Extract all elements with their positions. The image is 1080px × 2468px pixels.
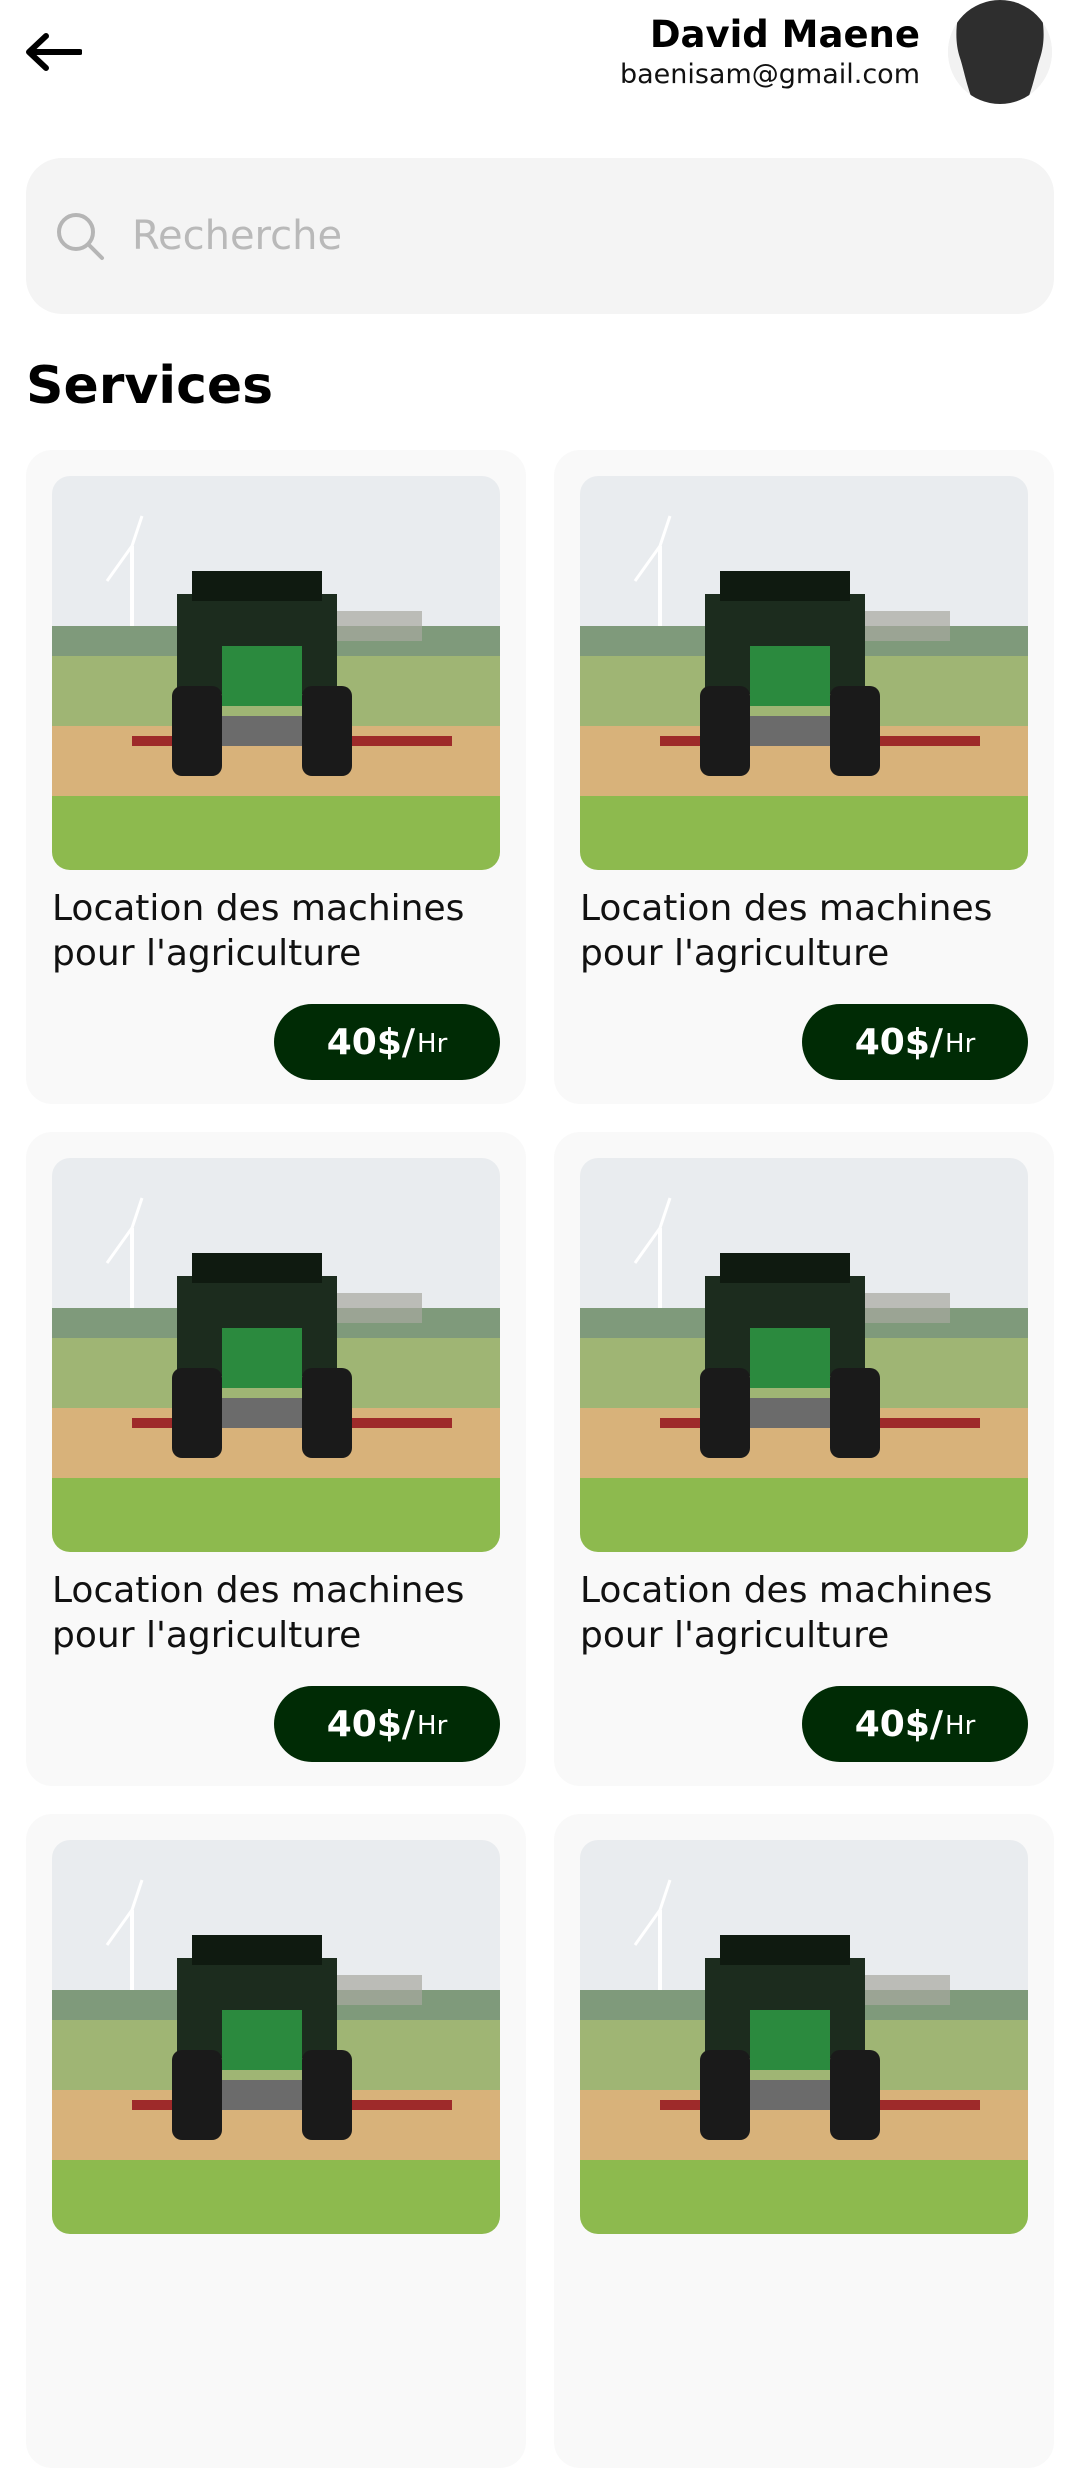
service-title: Location des machines pour l'agriculture xyxy=(580,888,993,974)
service-card[interactable] xyxy=(26,1814,526,2468)
user-email: baenisam@gmail.com xyxy=(619,59,920,90)
service-card[interactable]: Location des machines pour l'agriculture… xyxy=(26,1132,526,1786)
service-card[interactable]: Location des machines pour l'agriculture… xyxy=(554,1132,1054,1786)
search-icon xyxy=(54,210,106,262)
tractor-photo xyxy=(580,1840,1028,2234)
price-amount: 40$/ xyxy=(854,1703,944,1745)
price-badge[interactable]: 40$/ Hr xyxy=(802,1686,1028,1762)
price-amount: 40$/ xyxy=(326,1703,416,1745)
service-title: Location des machines pour l'agriculture xyxy=(52,888,465,974)
user-name: David Maene xyxy=(649,13,920,56)
app-header: David Maene baenisam@gmail.com xyxy=(0,0,1080,120)
price-unit: Hr xyxy=(945,1711,976,1741)
user-info: David Maene baenisam@gmail.com xyxy=(620,12,920,92)
price-amount: 40$/ xyxy=(854,1021,944,1063)
price-unit: Hr xyxy=(417,1029,448,1059)
tractor-photo xyxy=(580,476,1028,870)
section-title: Services xyxy=(26,356,274,416)
service-card[interactable]: Location des machines pour l'agriculture… xyxy=(26,450,526,1104)
price-amount: 40$/ xyxy=(326,1021,416,1063)
tractor-photo xyxy=(52,476,500,870)
price-badge[interactable]: 40$/ Hr xyxy=(274,1004,500,1080)
tractor-photo xyxy=(52,1840,500,2234)
search-input[interactable]: Recherche xyxy=(132,208,342,264)
service-title: Location des machines pour l'agriculture xyxy=(52,1570,465,1656)
service-card[interactable] xyxy=(554,1814,1054,2468)
price-unit: Hr xyxy=(945,1029,976,1059)
price-badge[interactable]: 40$/ Hr xyxy=(274,1686,500,1762)
back-arrow-icon[interactable] xyxy=(24,32,83,72)
search-bar[interactable]: Recherche xyxy=(26,158,1054,314)
avatar[interactable] xyxy=(948,0,1052,104)
tractor-photo xyxy=(580,1158,1028,1552)
price-unit: Hr xyxy=(417,1711,448,1741)
tractor-photo xyxy=(52,1158,500,1552)
price-badge[interactable]: 40$/ Hr xyxy=(802,1004,1028,1080)
service-title: Location des machines pour l'agriculture xyxy=(580,1570,993,1656)
service-card[interactable]: Location des machines pour l'agriculture… xyxy=(554,450,1054,1104)
